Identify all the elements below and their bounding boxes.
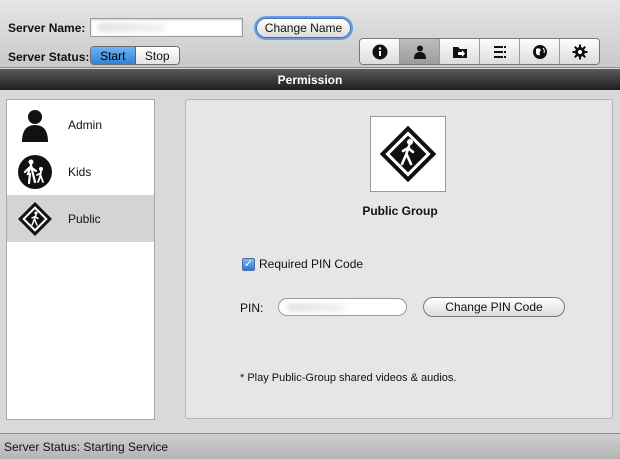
settings-gear-icon xyxy=(572,44,587,59)
section-icon-bar xyxy=(359,38,600,65)
change-pin-button[interactable]: Change PIN Code xyxy=(423,297,565,317)
pin-value-redacted xyxy=(287,303,347,312)
required-pin-checkbox[interactable]: ✓ xyxy=(242,257,255,271)
info-icon xyxy=(372,44,387,59)
server-name-label: Server Name: xyxy=(8,21,86,35)
network-globe-icon xyxy=(532,44,547,59)
list-icon xyxy=(493,45,506,58)
server-name-value-redacted xyxy=(97,23,167,32)
group-detail-panel: Public Group ✓ Required PIN Code PIN: Ch… xyxy=(185,99,613,419)
public-sign-icon xyxy=(18,201,52,236)
list-tab[interactable] xyxy=(480,39,520,64)
user-permission-icon xyxy=(413,45,426,59)
kids-pedestrian-icon xyxy=(18,154,52,189)
change-name-button[interactable]: Change Name xyxy=(256,18,351,38)
shared-folder-icon xyxy=(452,46,467,58)
top-toolbar: Server Name: Change Name Server Status: … xyxy=(0,0,620,68)
required-pin-row: ✓ Required PIN Code xyxy=(242,257,363,271)
group-item-kids[interactable]: Kids xyxy=(7,148,154,195)
admin-person-icon xyxy=(22,109,48,142)
pin-label: PIN: xyxy=(240,301,264,315)
group-list: Admin Kids Public xyxy=(6,99,155,420)
info-tab[interactable] xyxy=(360,39,400,64)
pin-input[interactable] xyxy=(278,298,407,316)
section-title: Permission xyxy=(277,72,343,87)
user-permission-tab[interactable] xyxy=(400,39,440,64)
group-icon-frame xyxy=(370,116,446,192)
section-title-bar: Permission xyxy=(0,69,620,90)
server-name-input[interactable] xyxy=(90,18,243,37)
server-status-toggle: Start Stop xyxy=(90,46,180,65)
settings-tab[interactable] xyxy=(560,39,599,64)
public-sign-icon xyxy=(379,125,437,183)
group-note: * Play Public-Group shared videos & audi… xyxy=(240,372,457,384)
stop-segment[interactable]: Stop xyxy=(135,47,179,64)
group-title: Public Group xyxy=(362,204,438,218)
network-tab[interactable] xyxy=(520,39,560,64)
group-item-label: Admin xyxy=(68,117,103,132)
status-text: Server Status: Starting Service xyxy=(4,439,169,454)
server-status-label: Server Status: xyxy=(8,50,90,64)
group-item-admin[interactable]: Admin xyxy=(7,101,154,148)
start-segment[interactable]: Start xyxy=(91,47,136,64)
shared-folder-tab[interactable] xyxy=(440,39,480,64)
group-item-public[interactable]: Public xyxy=(7,195,154,242)
group-item-label: Public xyxy=(68,211,101,226)
status-bar: Server Status: Starting Service xyxy=(0,433,620,459)
group-item-label: Kids xyxy=(68,164,92,179)
required-pin-label: Required PIN Code xyxy=(259,257,364,271)
